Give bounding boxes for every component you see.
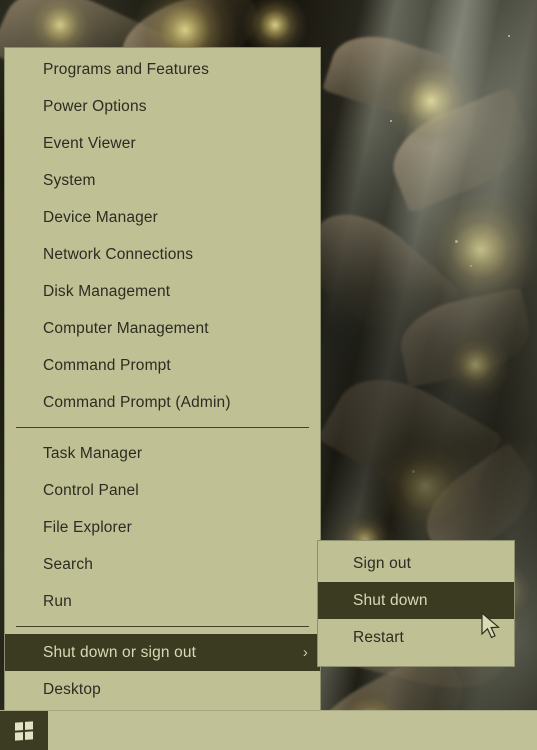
winx-context-menu[interactable]: Programs and Features Power Options Even… — [4, 47, 321, 711]
menu-item-label: Command Prompt — [43, 357, 171, 374]
menu-item-label: Command Prompt (Admin) — [43, 394, 231, 411]
menu-item-label: Power Options — [43, 98, 147, 115]
start-button[interactable] — [0, 711, 48, 750]
submenu-item-shut-down[interactable]: Shut down — [318, 582, 514, 619]
menu-item-label: Run — [43, 593, 72, 610]
windows-logo-tile — [15, 721, 23, 731]
menu-item-event-viewer[interactable]: Event Viewer — [5, 125, 320, 162]
menu-item-device-manager[interactable]: Device Manager — [5, 199, 320, 236]
menu-item-label: Shut down or sign out — [43, 644, 197, 661]
submenu-item-sign-out[interactable]: Sign out — [318, 545, 514, 582]
menu-item-label: Device Manager — [43, 209, 158, 226]
menu-item-desktop[interactable]: Desktop — [5, 671, 320, 708]
menu-item-label: Task Manager — [43, 445, 143, 462]
desktop-screen: Programs and Features Power Options Even… — [0, 0, 537, 750]
menu-item-network-connections[interactable]: Network Connections — [5, 236, 320, 273]
menu-item-control-panel[interactable]: Control Panel — [5, 472, 320, 509]
menu-item-run[interactable]: Run — [5, 583, 320, 620]
menu-item-label: Programs and Features — [43, 61, 209, 78]
menu-item-computer-management[interactable]: Computer Management — [5, 310, 320, 347]
windows-logo-tile — [25, 730, 33, 740]
menu-item-command-prompt-admin[interactable]: Command Prompt (Admin) — [5, 384, 320, 421]
menu-item-shut-down-or-sign-out[interactable]: Shut down or sign out › — [5, 634, 320, 671]
windows-logo-tile — [15, 731, 23, 741]
submenu-item-label: Restart — [353, 629, 405, 646]
menu-item-task-manager[interactable]: Task Manager — [5, 435, 320, 472]
windows-logo-icon — [15, 720, 33, 741]
menu-item-power-options[interactable]: Power Options — [5, 88, 320, 125]
menu-item-label: File Explorer — [43, 519, 132, 536]
menu-item-label: Event Viewer — [43, 135, 136, 152]
menu-item-system[interactable]: System — [5, 162, 320, 199]
menu-item-label: Search — [43, 556, 94, 573]
menu-item-label: System — [43, 172, 96, 189]
menu-item-disk-management[interactable]: Disk Management — [5, 273, 320, 310]
taskbar-empty-area[interactable] — [48, 711, 537, 750]
shutdown-submenu[interactable]: Sign out Shut down Restart — [317, 540, 515, 667]
submenu-item-label: Shut down — [353, 592, 428, 609]
menu-item-command-prompt[interactable]: Command Prompt — [5, 347, 320, 384]
menu-item-label: Desktop — [43, 681, 101, 698]
menu-item-file-explorer[interactable]: File Explorer — [5, 509, 320, 546]
submenu-item-label: Sign out — [353, 555, 412, 572]
chevron-right-icon: › — [302, 644, 308, 661]
menu-item-label: Control Panel — [43, 482, 139, 499]
menu-item-label: Disk Management — [43, 283, 171, 300]
windows-logo-tile — [25, 720, 33, 730]
menu-item-label: Computer Management — [43, 320, 209, 337]
menu-item-search[interactable]: Search — [5, 546, 320, 583]
menu-separator-1 — [16, 427, 309, 428]
submenu-item-restart[interactable]: Restart — [318, 619, 514, 656]
taskbar — [0, 710, 537, 750]
menu-separator-2 — [16, 626, 309, 627]
menu-item-label: Network Connections — [43, 246, 194, 263]
menu-item-programs-and-features[interactable]: Programs and Features — [5, 51, 320, 88]
